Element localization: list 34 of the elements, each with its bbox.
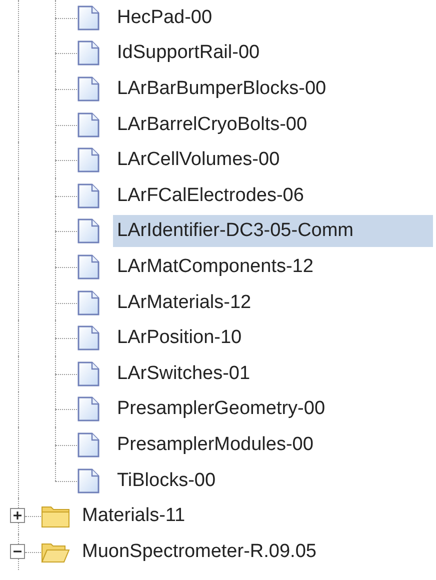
document-icon <box>77 147 100 174</box>
document-icon <box>77 396 100 422</box>
file-item[interactable]: PresamplerModules-00 <box>113 428 324 461</box>
document-icon <box>77 76 100 102</box>
collapse-icon[interactable] <box>10 544 25 559</box>
file-item[interactable]: LArSwitches-01 <box>113 358 260 390</box>
expand-icon[interactable] <box>10 508 25 524</box>
document-icon <box>77 4 100 31</box>
document-icon <box>77 254 100 280</box>
document-icon <box>77 432 100 458</box>
file-item[interactable]: HecPad-00 <box>113 2 222 34</box>
file-item[interactable]: PresamplerGeometry-00 <box>113 393 336 426</box>
file-item[interactable]: LArMaterials-12 <box>113 286 262 319</box>
document-icon <box>77 40 100 66</box>
file-item[interactable]: LArCellVolumes-00 <box>113 144 290 176</box>
document-icon <box>77 112 100 138</box>
file-item[interactable]: LArBarBumperBlocks-00 <box>113 72 336 105</box>
folder-icon <box>41 504 70 528</box>
document-icon <box>77 468 100 494</box>
file-item[interactable]: LArBarrelCryoBolts-00 <box>113 108 318 141</box>
document-icon <box>77 290 100 316</box>
document-icon <box>77 360 100 387</box>
folder-item[interactable]: Materials-11 <box>78 500 190 532</box>
document-icon <box>77 325 100 352</box>
file-item[interactable]: IdSupportRail-00 <box>113 37 270 70</box>
folder-item[interactable]: MuonSpectrometer-R.09.05 <box>78 536 320 568</box>
file-item[interactable]: LArMatComponents-12 <box>113 250 324 283</box>
file-item[interactable]: LArIdentifier-DC3-05-Comm <box>113 215 433 248</box>
file-item[interactable]: TiBlocks-00 <box>113 464 226 497</box>
folder-icon <box>41 540 70 563</box>
file-item[interactable]: LArFCalElectrodes-06 <box>113 180 314 212</box>
document-icon <box>77 218 100 244</box>
document-icon <box>77 182 100 209</box>
file-item[interactable]: LArPosition-10 <box>113 322 252 354</box>
